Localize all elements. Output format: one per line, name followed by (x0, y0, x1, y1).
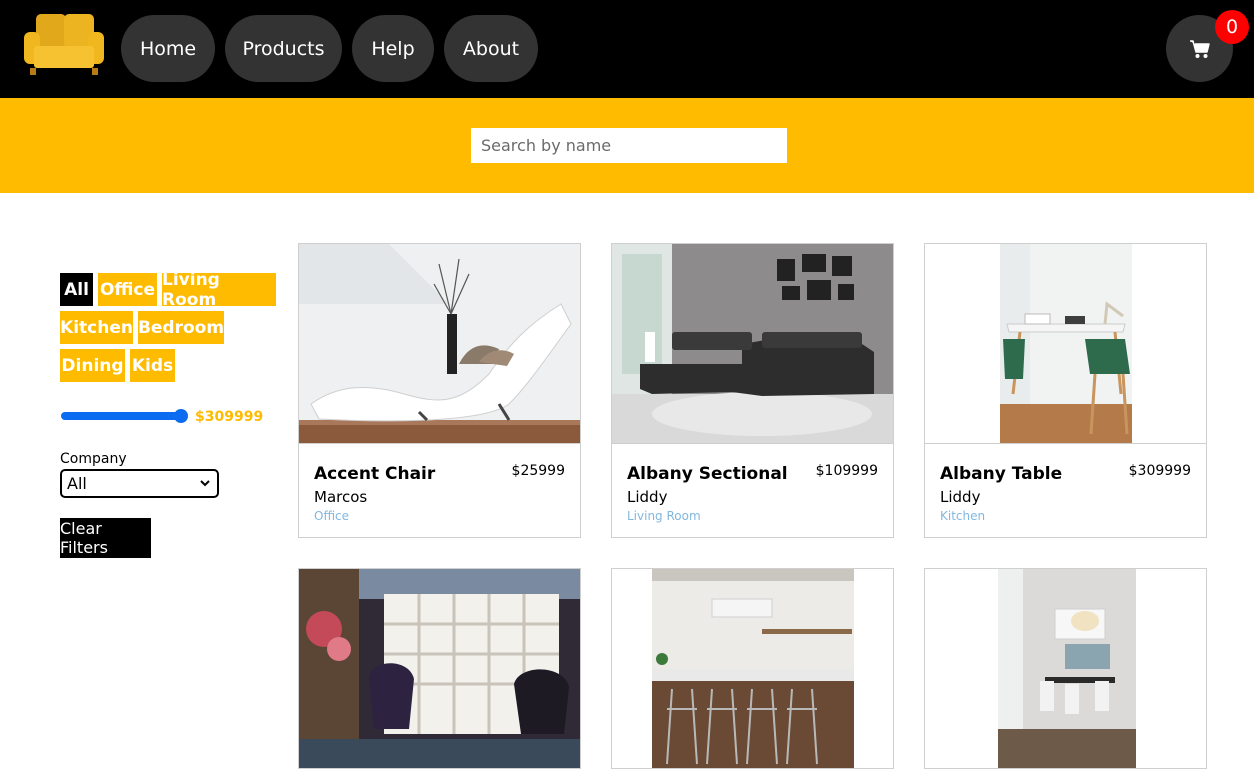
product-price: $25999 (511, 463, 565, 479)
nav-home-button[interactable]: Home (121, 15, 215, 82)
product-image[interactable] (925, 244, 1206, 443)
price-slider-track[interactable] (61, 412, 185, 420)
product-card[interactable]: Albany Sectional $109999 Liddy Living Ro… (611, 243, 894, 538)
sofa-logo-icon[interactable] (22, 12, 106, 76)
sectional-sofa-image (612, 244, 893, 443)
product-image[interactable] (612, 569, 893, 768)
product-price: $309999 (1128, 463, 1191, 479)
category-chip-kitchen[interactable]: Kitchen (60, 311, 133, 344)
product-company: Liddy (627, 488, 668, 506)
nav-products-button[interactable]: Products (225, 15, 342, 82)
product-category: Office (314, 509, 350, 523)
product-card[interactable] (611, 568, 894, 769)
product-card[interactable] (298, 568, 581, 769)
product-image[interactable] (925, 569, 1206, 768)
category-chip-dining[interactable]: Dining (60, 349, 125, 382)
cart-count-badge: 0 (1215, 10, 1249, 44)
category-chip-bedroom[interactable]: Bedroom (138, 311, 224, 344)
card-divider (925, 443, 1206, 444)
product-company: Marcos (314, 488, 368, 506)
price-value: $309999 (195, 409, 264, 425)
search-input[interactable] (471, 128, 787, 163)
category-chip-kids[interactable]: Kids (130, 349, 175, 382)
price-slider-handle[interactable] (174, 409, 188, 423)
company-label: Company (60, 451, 127, 467)
dining-table-image (925, 244, 1206, 443)
product-card[interactable]: Albany Table $309999 Liddy Kitchen (924, 243, 1207, 538)
product-image[interactable] (299, 569, 580, 768)
chaise-lounge-image (299, 244, 580, 443)
product-name: Albany Table (940, 464, 1063, 484)
product-category: Kitchen (940, 509, 986, 523)
company-selected-value: All (67, 474, 87, 493)
product-category: Living Room (627, 509, 701, 523)
card-divider (299, 443, 580, 444)
company-select[interactable]: All (60, 469, 219, 498)
nav-about-button[interactable]: About (444, 15, 538, 82)
product-name: Accent Chair (314, 464, 436, 484)
product-card[interactable] (924, 568, 1207, 769)
clear-filters-button[interactable]: Clear Filters (60, 518, 151, 558)
kitchen-island-image (612, 569, 893, 768)
card-divider (612, 443, 893, 444)
bedroom-shelf-image (299, 569, 580, 768)
nav-help-button[interactable]: Help (352, 15, 434, 82)
product-image[interactable] (612, 244, 893, 443)
product-card[interactable]: Accent Chair $25999 Marcos Office (298, 243, 581, 538)
product-image[interactable] (299, 244, 580, 443)
chevron-down-icon (200, 480, 210, 487)
shopping-cart-icon (1189, 39, 1210, 58)
category-chip-all[interactable]: All (60, 273, 93, 306)
product-name: Albany Sectional (627, 464, 788, 484)
category-chip-living-room[interactable]: Living Room (162, 270, 276, 310)
category-chip-office[interactable]: Office (98, 273, 157, 306)
dining-room-image (925, 569, 1206, 768)
product-company: Liddy (940, 488, 981, 506)
product-price: $109999 (815, 463, 878, 479)
